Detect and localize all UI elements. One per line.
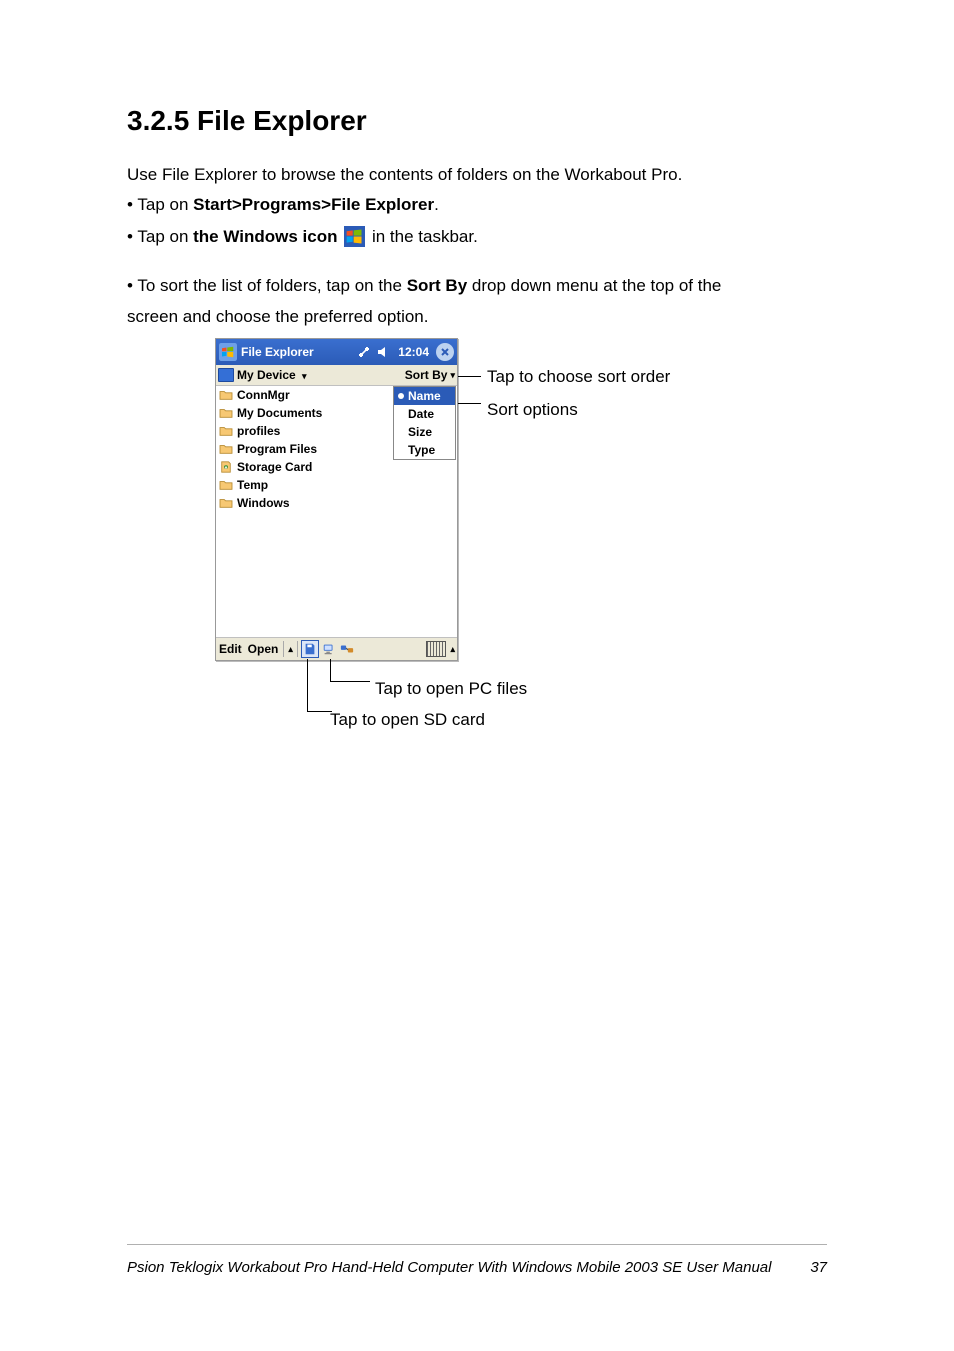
callout-sort-options: Sort options — [487, 400, 578, 420]
file-name: ConnMgr — [237, 388, 290, 402]
callout-sort-order: Tap to choose sort order — [487, 367, 670, 387]
bullet-icon — [398, 393, 404, 399]
edit-menu[interactable]: Edit — [216, 642, 245, 656]
file-row[interactable]: Windows — [216, 494, 457, 512]
sort-option-label: Type — [408, 443, 435, 457]
page-number: 37 — [810, 1259, 827, 1276]
pc-toolbar-icon[interactable] — [321, 641, 337, 657]
footer-citation-text: Psion Teklogix Workabout Pro Hand-Held C… — [127, 1259, 771, 1276]
footer-rule — [127, 1244, 827, 1245]
separator — [283, 641, 284, 657]
file-name: Windows — [237, 496, 290, 510]
location-label: My Device — [237, 368, 296, 382]
separator — [297, 641, 298, 657]
titlebar: File Explorer 12:04 — [216, 339, 457, 365]
folder-icon — [219, 497, 233, 509]
body-text-sort1: • To sort the list of folders, tap on th… — [127, 276, 721, 296]
device-icon — [218, 368, 234, 382]
chevron-down-icon: ▾ — [302, 371, 307, 381]
sip-arrow-icon[interactable]: ▴ — [448, 644, 457, 655]
body-text-windowsicon: • Tap on the Windows icon in the taskbar… — [127, 226, 478, 247]
sort-by-dropdown[interactable]: Sort By ▾ — [405, 368, 455, 382]
body-text-sort2: screen and choose the preferred option. — [127, 307, 428, 327]
file-explorer-screenshot: File Explorer 12:04 — [215, 338, 458, 661]
windows-flag-icon — [344, 226, 365, 247]
folder-icon — [219, 407, 233, 419]
footer-citation: Psion Teklogix Workabout Pro Hand-Held C… — [127, 1259, 771, 1276]
section-title: 3.2.5 File Explorer — [127, 105, 367, 137]
keyboard-icon[interactable] — [426, 641, 446, 657]
body-text-line3-strong: the Windows icon — [193, 227, 342, 246]
sort-by-label: Sort By — [405, 368, 448, 382]
sdcard-icon — [219, 461, 233, 473]
file-name: Storage Card — [237, 460, 312, 474]
open-menu[interactable]: Open — [245, 642, 282, 656]
clock-time[interactable]: 12:04 — [398, 345, 429, 359]
folder-icon — [219, 425, 233, 437]
callout-open-pc: Tap to open PC files — [375, 679, 527, 699]
sort-option-type[interactable]: Type — [394, 441, 455, 459]
page-number-text: 37 — [810, 1259, 827, 1276]
file-row[interactable]: Temp — [216, 476, 457, 494]
sort-option-size[interactable]: Size — [394, 423, 455, 441]
close-button[interactable] — [436, 343, 454, 361]
sdcard-toolbar-icon[interactable] — [301, 640, 319, 658]
sort-option-label: Name — [408, 389, 441, 403]
sort-option-label: Size — [408, 425, 432, 439]
body-text-line2-prefix: • Tap on — [127, 195, 193, 214]
callout-open-sdcard: Tap to open SD card — [330, 710, 485, 730]
body-text-sort1-strong: Sort By — [407, 276, 467, 295]
file-name: profiles — [237, 424, 280, 438]
body-text-intro: Use File Explorer to browse the contents… — [127, 165, 682, 185]
body-text-line3-suffix: in the taskbar. — [372, 227, 478, 246]
folder-icon — [219, 479, 233, 491]
file-name: My Documents — [237, 406, 322, 420]
sort-option-date[interactable]: Date — [394, 405, 455, 423]
file-row[interactable]: Storage Card — [216, 458, 457, 476]
body-text-startmenu: • Tap on Start>Programs>File Explorer. — [127, 195, 439, 215]
body-text-line3-prefix: • Tap on — [127, 227, 193, 246]
folder-icon — [219, 443, 233, 455]
sort-menu: Name Date Size Type — [393, 386, 456, 460]
file-name: Program Files — [237, 442, 317, 456]
command-bar: Edit Open ▴ — [216, 637, 457, 660]
body-text-sort1-suffix: drop down menu at the top of the — [467, 276, 721, 295]
folder-icon — [219, 389, 233, 401]
body-text-sort1-prefix: • To sort the list of folders, tap on th… — [127, 276, 407, 295]
chevron-down-icon: ▾ — [450, 370, 455, 381]
location-bar: My Device ▾ Sort By ▾ — [216, 365, 457, 386]
app-title: File Explorer — [241, 345, 314, 359]
body-text-line2-strong: Start>Programs>File Explorer — [193, 195, 434, 214]
up-arrow-icon[interactable]: ▴ — [286, 644, 295, 655]
sort-option-label: Date — [408, 407, 434, 421]
file-name: Temp — [237, 478, 268, 492]
network-toolbar-icon[interactable] — [339, 641, 355, 657]
body-text-line2-suffix: . — [434, 195, 439, 214]
start-icon[interactable] — [219, 343, 237, 361]
connectivity-icon[interactable] — [356, 344, 372, 360]
location-dropdown[interactable]: My Device ▾ — [237, 368, 405, 382]
sort-option-name[interactable]: Name — [394, 387, 455, 405]
volume-icon[interactable] — [376, 344, 392, 360]
